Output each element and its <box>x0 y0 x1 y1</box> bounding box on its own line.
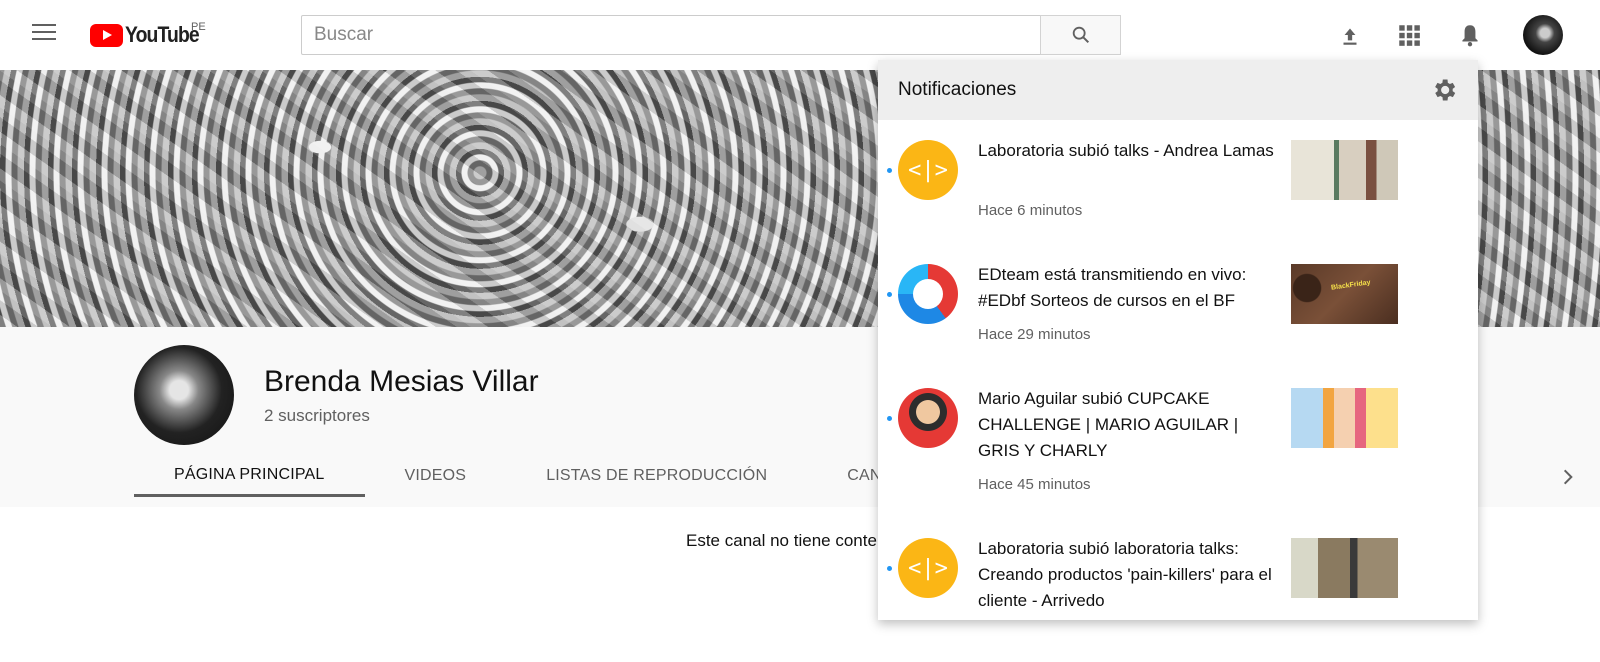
edteam-avatar <box>898 264 958 324</box>
unread-dot <box>887 292 892 297</box>
youtube-play-icon <box>90 23 123 47</box>
notification-item[interactable]: <|> Laboratoria subió laboratoria talks:… <box>878 518 1478 620</box>
account-avatar[interactable] <box>1523 15 1563 55</box>
country-code: PE <box>191 21 206 33</box>
channel-name: Brenda Mesias Villar <box>264 365 539 398</box>
notification-item[interactable]: Mario Aguilar subió CUPCAKE CHALLENGE | … <box>878 368 1478 518</box>
apps-icon[interactable] <box>1396 22 1422 48</box>
upload-icon[interactable] <box>1337 22 1363 48</box>
laboratoria-avatar: <|> <box>898 140 958 200</box>
search-button[interactable] <box>1040 15 1121 55</box>
search-input[interactable]: Buscar <box>301 15 1041 55</box>
notification-time: Hace 6 minutos <box>978 202 1083 219</box>
empty-channel-message: Este canal no tiene conte <box>686 531 877 550</box>
notification-thumbnail: BlackFriday <box>1291 264 1398 324</box>
gear-icon[interactable] <box>1430 76 1458 104</box>
notification-thumbnail <box>1291 140 1398 200</box>
channel-avatar <box>134 345 234 445</box>
bell-icon[interactable] <box>1457 22 1483 48</box>
tab-playlists[interactable]: LISTAS DE REPRODUCCIÓN <box>506 455 807 497</box>
notifications-title: Notificaciones <box>898 79 1017 100</box>
notification-thumbnail <box>1291 388 1398 448</box>
notification-text: Laboratoria subió laboratoria talks: Cre… <box>978 539 1272 610</box>
notification-time: Hace 29 minutos <box>978 326 1091 343</box>
logo-text: YouTube <box>125 22 200 47</box>
tab-home[interactable]: PÁGINA PRINCIPAL <box>134 455 365 497</box>
chevron-right-icon[interactable] <box>1558 467 1578 487</box>
unread-dot <box>887 566 892 571</box>
unread-dot <box>887 168 892 173</box>
thumbnail-text: BlackFriday <box>1330 279 1371 292</box>
notifications-popup: Notificaciones <|> Laboratoria subió tal… <box>878 60 1478 620</box>
notification-text: EDteam está transmitiendo en vivo: #EDbf… <box>978 265 1247 310</box>
mario-aguilar-avatar <box>898 388 958 448</box>
subscriber-count: 2 suscriptores <box>264 406 370 425</box>
search-placeholder: Buscar <box>314 24 374 45</box>
notification-thumbnail <box>1291 538 1398 598</box>
tab-videos[interactable]: VIDEOS <box>365 455 507 497</box>
notification-time: Hace 45 minutos <box>978 476 1091 493</box>
channel-tabs: PÁGINA PRINCIPAL VIDEOS LISTAS DE REPROD… <box>134 455 922 497</box>
unread-dot <box>887 416 892 421</box>
menu-icon[interactable] <box>32 24 56 44</box>
notification-text: Laboratoria subió talks - Andrea Lamas <box>978 141 1274 160</box>
notification-item[interactable]: <|> Laboratoria subió talks - Andrea Lam… <box>878 120 1478 244</box>
laboratoria-avatar: <|> <box>898 538 958 598</box>
search-icon <box>1072 26 1089 44</box>
notification-item[interactable]: EDteam está transmitiendo en vivo: #EDbf… <box>878 244 1478 368</box>
notifications-header: Notificaciones <box>878 60 1478 120</box>
notification-text: Mario Aguilar subió CUPCAKE CHALLENGE | … <box>978 389 1239 460</box>
